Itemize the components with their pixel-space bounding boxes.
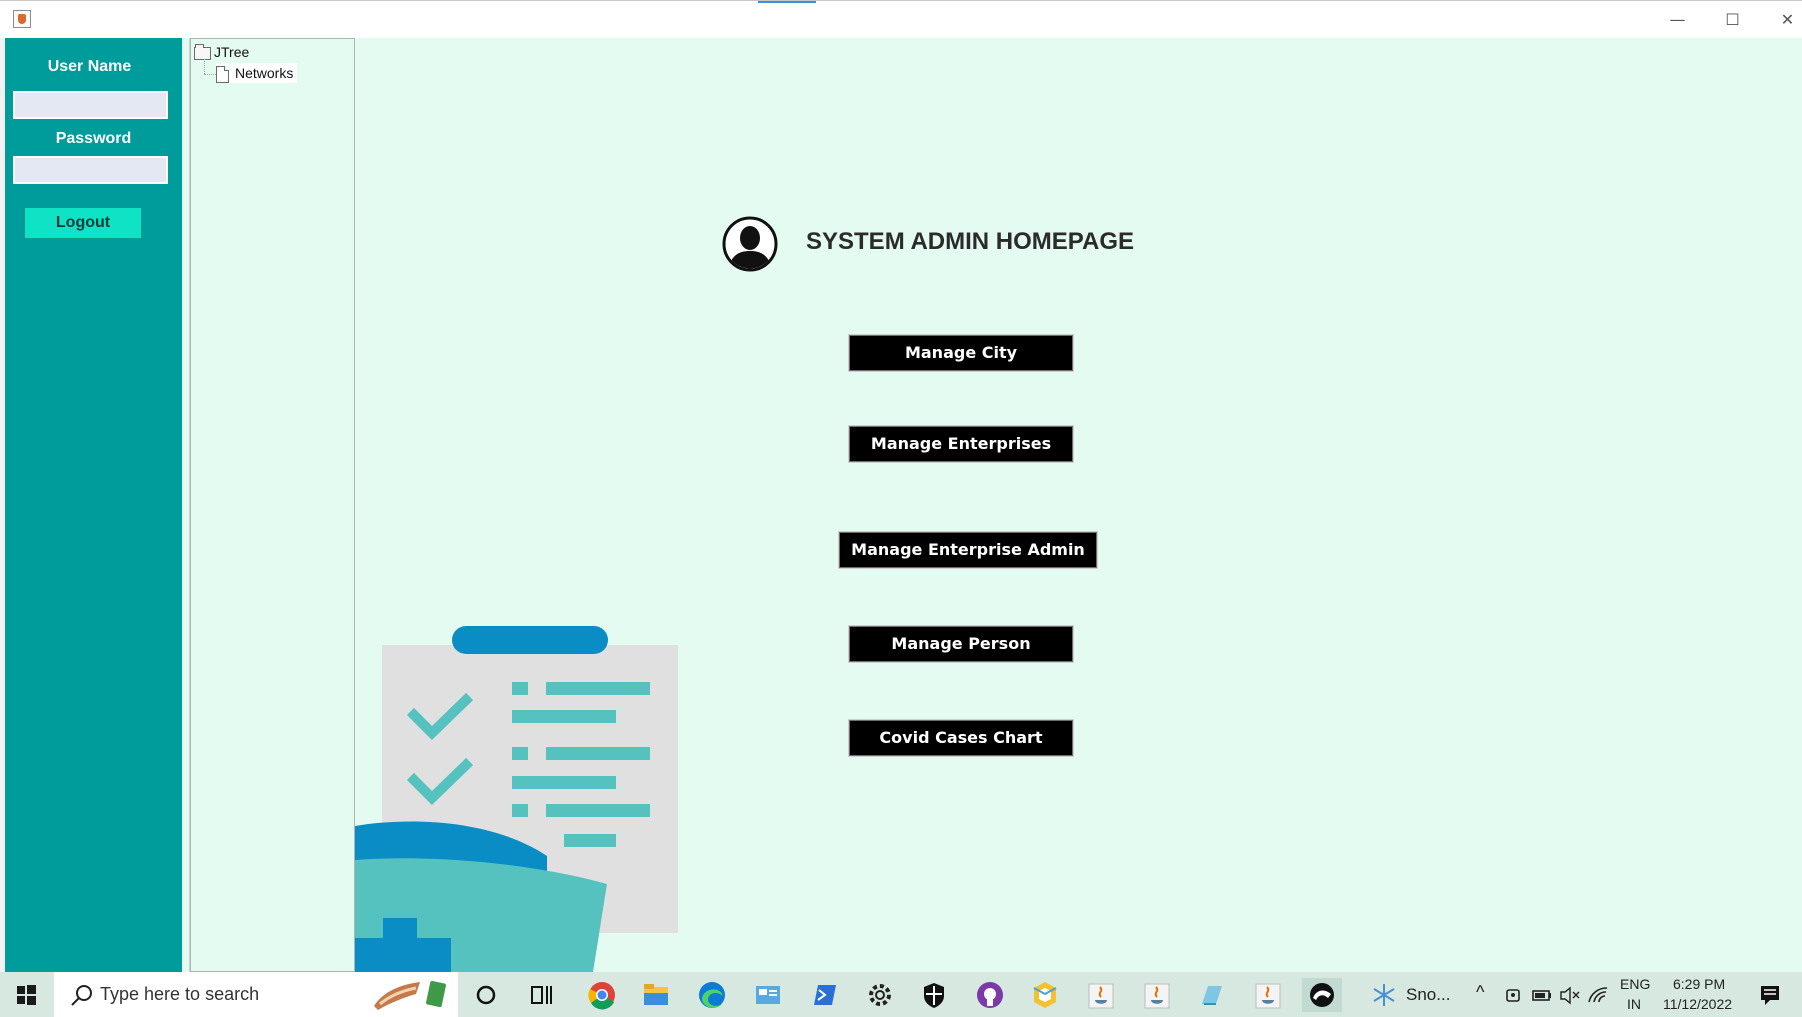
taskbar-search-box[interactable]: Type here to search xyxy=(54,972,458,1017)
powershell-icon[interactable] xyxy=(804,978,844,1012)
speaker-muted-icon[interactable] xyxy=(1558,978,1582,1012)
weather-text[interactable]: Sno... xyxy=(1406,985,1450,1005)
clock-date[interactable]: 11/12/2022 xyxy=(1663,996,1732,1012)
clipboard-illustration xyxy=(355,626,678,972)
java-app-icon xyxy=(13,10,31,28)
covid-cases-chart-button[interactable]: Covid Cases Chart xyxy=(849,720,1073,756)
chevron-up-icon[interactable]: ^ xyxy=(1476,982,1484,1003)
close-button[interactable]: ✕ xyxy=(1760,1,1802,39)
edge-icon[interactable] xyxy=(692,978,732,1012)
file-icon xyxy=(216,65,229,83)
file-explorer-icon[interactable] xyxy=(636,978,676,1012)
meet-now-icon[interactable] xyxy=(1502,978,1526,1012)
search-highlight-icon xyxy=(374,980,446,1010)
settings-icon[interactable] xyxy=(860,978,900,1012)
title-bar-accent xyxy=(758,1,816,3)
windows-start-icon[interactable] xyxy=(0,972,52,1017)
chrome-icon[interactable] xyxy=(582,978,622,1012)
language-indicator[interactable]: ENG xyxy=(1620,976,1650,992)
region-indicator[interactable]: IN xyxy=(1627,996,1641,1012)
defender-icon[interactable] xyxy=(914,978,954,1012)
snowflake-icon[interactable] xyxy=(1364,978,1404,1012)
tree-connector xyxy=(204,74,216,75)
cortana-icon[interactable] xyxy=(466,978,506,1012)
battery-icon[interactable] xyxy=(1530,978,1554,1012)
login-panel: User Name Password Logout xyxy=(5,38,182,972)
search-icon xyxy=(71,985,92,1006)
username-label: User Name xyxy=(47,58,132,75)
wifi-icon[interactable] xyxy=(1586,978,1610,1012)
control-panel-icon[interactable] xyxy=(748,978,788,1012)
github-icon[interactable] xyxy=(970,978,1010,1012)
username-field[interactable] xyxy=(13,91,168,119)
title-bar: — ☐ ✕ xyxy=(0,0,1802,38)
manage-enterprise-admin-button[interactable]: Manage Enterprise Admin xyxy=(839,532,1097,568)
app-window: — ☐ ✕ User Name Password Logout JTree Ne… xyxy=(0,0,1802,1017)
password-label: Password xyxy=(55,130,132,147)
manage-enterprises-button[interactable]: Manage Enterprises xyxy=(849,426,1073,462)
network-tree: JTree Networks xyxy=(190,38,355,972)
taskbar: Type here to search Sno... ^ ENG IN 6:29… xyxy=(0,972,1802,1017)
java-icon[interactable] xyxy=(1081,978,1121,1012)
task-view-icon[interactable] xyxy=(522,978,562,1012)
tree-node-networks[interactable]: Networks xyxy=(216,63,298,83)
page-title: SYSTEM ADMIN HOMEPAGE xyxy=(806,228,1135,255)
minimize-button[interactable]: — xyxy=(1650,1,1705,39)
tree-connector xyxy=(204,59,205,74)
split-pane-divider[interactable] xyxy=(182,38,190,972)
tree-node-label: JTree xyxy=(214,44,250,60)
main-panel: SYSTEM ADMIN HOMEPAGE Manage City Manage… xyxy=(355,38,1802,972)
notification-icon[interactable] xyxy=(1752,978,1788,1012)
clock-time[interactable]: 6:29 PM xyxy=(1673,976,1725,992)
manage-city-button[interactable]: Manage City xyxy=(849,335,1073,371)
manage-person-button[interactable]: Manage Person xyxy=(849,626,1073,662)
folder-icon xyxy=(194,43,211,60)
search-placeholder: Type here to search xyxy=(100,984,260,1004)
logout-button[interactable]: Logout xyxy=(24,207,142,239)
netbeans-icon[interactable] xyxy=(1302,978,1342,1012)
maximize-button[interactable]: ☐ xyxy=(1705,1,1760,39)
password-field[interactable] xyxy=(13,156,168,184)
notepad-icon[interactable] xyxy=(1192,978,1232,1012)
java-icon[interactable] xyxy=(1248,978,1288,1012)
user-avatar-icon xyxy=(722,216,778,272)
java-icon[interactable] xyxy=(1137,978,1177,1012)
cube-icon[interactable] xyxy=(1025,978,1065,1012)
tree-node-label: Networks xyxy=(235,65,294,81)
tree-node-root[interactable]: JTree xyxy=(194,42,249,62)
